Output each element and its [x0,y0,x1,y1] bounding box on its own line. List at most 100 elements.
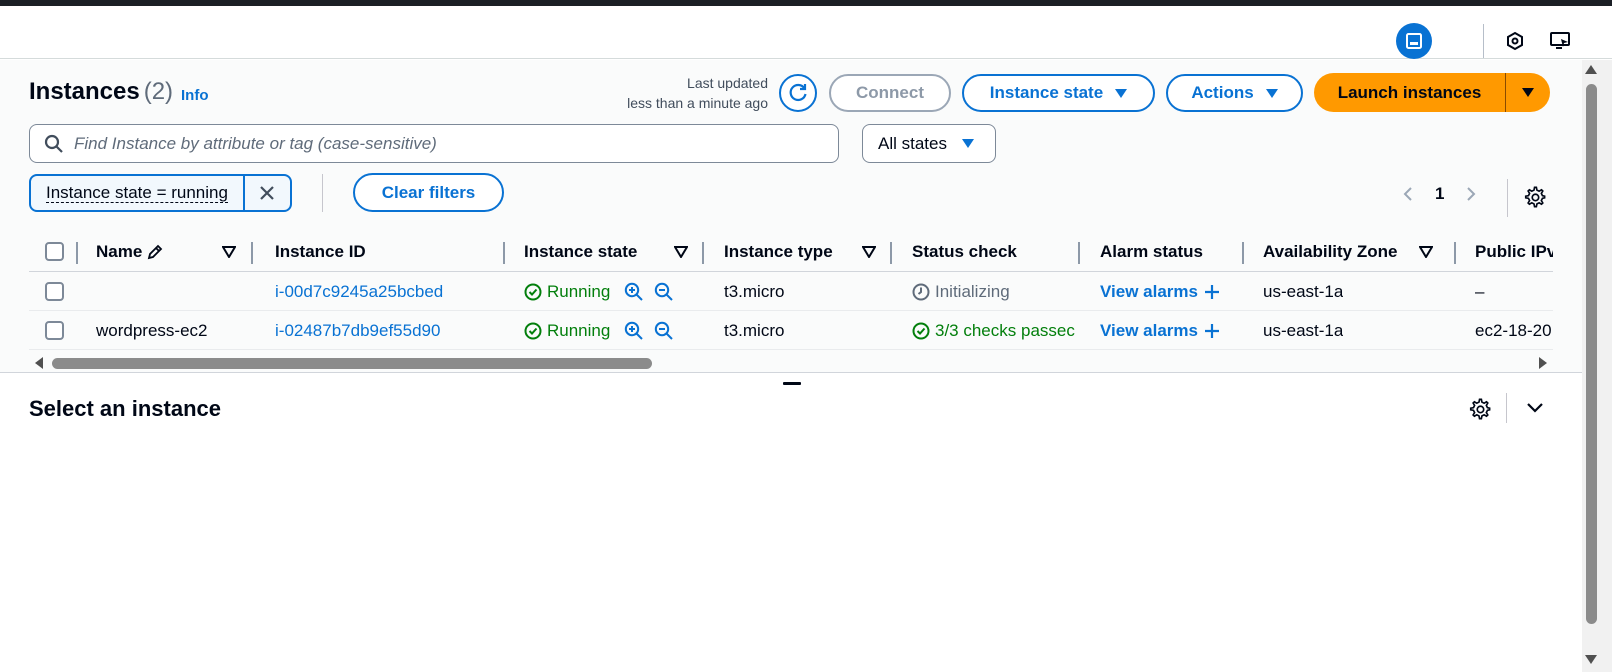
status-check-text: 3/3 checks passec [935,321,1075,340]
caret-down-icon [961,139,974,148]
success-check-icon [912,322,930,340]
cell-status-check: 3/3 checks passec [912,321,1078,341]
remove-filter-button[interactable] [245,185,290,201]
filter-token: Instance state = running [29,174,292,212]
cell-public-ip: ec2-18-20 [1475,321,1552,340]
zoom-out-icon[interactable] [654,321,674,341]
refresh-button[interactable] [779,74,817,112]
refresh-icon [789,83,807,102]
search-box [29,124,839,163]
panel-layout-button[interactable] [1396,23,1432,59]
view-alarms-link[interactable]: View alarms [1100,282,1220,302]
cell-instance-type: t3.micro [724,321,785,340]
scroll-right-arrow[interactable] [1539,357,1547,369]
column-separator [76,242,78,264]
utility-bar [0,6,1612,59]
table-row[interactable]: wordpress-ec2 i-02487b7db9ef55d90 Runnin… [29,311,1553,350]
cell-instance-type: t3.micro [724,282,785,301]
chevron-down-icon[interactable] [1525,399,1545,415]
split-panel-resize-handle[interactable] [783,382,801,385]
caret-down-icon [1265,88,1278,98]
cell-availability-zone: us-east-1a [1263,321,1344,340]
column-separator [702,242,704,264]
filter-divider [322,174,323,212]
pending-clock-icon [912,283,930,301]
scroll-down-arrow[interactable] [1585,655,1597,664]
cell-availability-zone: us-east-1a [1263,282,1344,301]
column-separator [890,242,892,264]
states-select[interactable]: All states [862,124,996,163]
row-checkbox[interactable] [45,321,64,340]
chevron-right-icon[interactable] [1466,186,1476,202]
zoom-in-icon[interactable] [624,321,644,341]
status-check-text: Initializing [935,282,1010,301]
column-header-status-check[interactable]: Status check [912,242,1017,262]
column-header-availability-zone[interactable]: Availability Zone [1263,242,1397,262]
column-header-alarm-status[interactable]: Alarm status [1100,242,1203,262]
sort-triangle-icon[interactable] [1419,246,1433,258]
zoom-out-icon[interactable] [654,282,674,302]
column-header-instance-type[interactable]: Instance type [724,242,833,262]
cell-instance-id[interactable]: i-02487b7db9ef55d90 [275,321,440,341]
state-text: Running [547,321,611,340]
last-updated: Last updated less than a minute ago [590,73,768,113]
filter-token-label[interactable]: Instance state = running [31,176,245,210]
detail-panel-title: Select an instance [29,396,221,421]
split-panel-divider [0,372,1582,373]
utility-divider [1483,24,1484,58]
column-header-public-ip[interactable]: Public IPv [1475,242,1553,262]
instance-state-button[interactable]: Instance state [962,74,1155,112]
instance-state-label: Instance state [989,83,1104,102]
page-title-text: Instances [29,78,140,105]
zoom-in-icon[interactable] [624,282,644,302]
sort-triangle-icon[interactable] [674,246,688,258]
settings-gear-icon[interactable] [1524,186,1546,208]
split-panel-settings-gear-icon[interactable] [1469,398,1491,420]
plus-icon [1204,285,1219,299]
column-separator [1078,242,1080,264]
success-check-icon [524,322,542,340]
view-alarms-link[interactable]: View alarms [1100,321,1220,341]
page-number[interactable]: 1 [1435,184,1444,204]
cell-instance-state: Running [524,282,674,302]
info-link[interactable]: Info [181,87,209,104]
table-row[interactable]: i-00d7c9245a25bcbed Running t3.micro Ini… [29,272,1553,311]
cell-instance-state: Running [524,321,674,341]
cell-instance-id[interactable]: i-00d7c9245a25bcbed [275,282,443,302]
vertical-scroll-thumb[interactable] [1586,84,1597,624]
scroll-left-arrow[interactable] [35,357,43,369]
launch-dropdown-button[interactable] [1506,73,1550,112]
cell-public-ip: – [1475,282,1485,301]
success-check-icon [524,283,542,301]
security-button[interactable] [1497,23,1533,59]
table-header: Name Instance ID Instance state Instance… [29,232,1553,272]
connect-button[interactable]: Connect [829,74,951,112]
sort-triangle-icon[interactable] [222,246,236,258]
column-separator [1242,242,1244,264]
states-select-value: All states [878,133,947,153]
launch-instances-button[interactable]: Launch instances [1314,73,1506,112]
row-checkbox[interactable] [45,282,64,301]
remote-session-button[interactable] [1542,23,1578,59]
pencil-icon [148,244,163,260]
chevron-left-icon[interactable] [1403,186,1413,202]
column-separator [1454,242,1456,264]
instances-table: Name Instance ID Instance state Instance… [29,232,1553,350]
column-header-instance-state[interactable]: Instance state [524,242,637,262]
actions-button[interactable]: Actions [1166,74,1303,112]
scroll-up-arrow[interactable] [1585,65,1597,74]
clear-filters-button[interactable]: Clear filters [353,173,504,212]
horizontal-scroll-thumb[interactable] [52,358,652,369]
launch-instances-split-button: Launch instances [1314,73,1550,112]
detail-divider [1506,393,1507,423]
sort-triangle-icon[interactable] [862,246,876,258]
page-title: Instances (2) [29,78,173,106]
column-header-instance-id[interactable]: Instance ID [275,242,366,262]
cell-status-check: Initializing [912,282,1010,302]
search-input[interactable] [74,133,814,154]
column-header-name[interactable]: Name [96,242,164,262]
column-separator [251,242,253,264]
select-all-checkbox[interactable] [45,242,64,261]
close-icon [260,186,275,200]
pagination: 1 [1403,184,1476,204]
